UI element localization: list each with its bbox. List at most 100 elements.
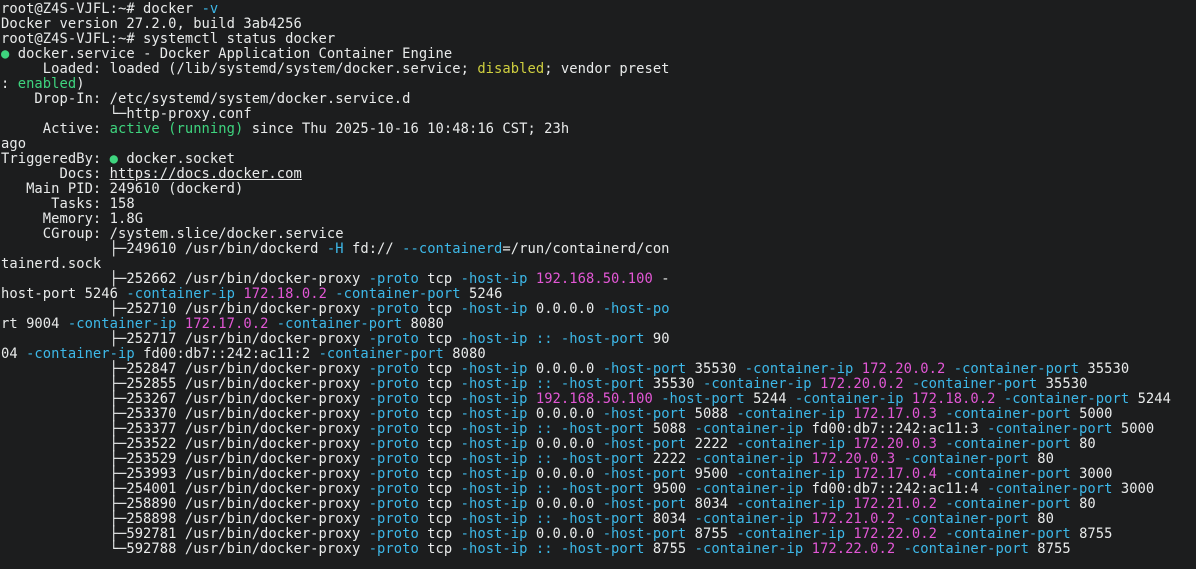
terminal-text: 5088 bbox=[645, 421, 695, 437]
terminal-text: -container-ip bbox=[745, 361, 854, 377]
terminal-text: ├─252662 /usr/bin/docker-proxy bbox=[1, 271, 369, 287]
terminal-text: -proto bbox=[369, 541, 419, 557]
terminal-text: -host-port bbox=[561, 511, 645, 527]
terminal-text: -host-ip bbox=[461, 481, 528, 497]
terminal-text bbox=[527, 391, 535, 407]
terminal-text: ├─253267 /usr/bin/docker-proxy bbox=[1, 391, 369, 407]
terminal-line: Docs: https://docs.docker.com bbox=[1, 167, 1196, 182]
terminal-text: -host-port bbox=[561, 481, 645, 497]
terminal-text: -container-port bbox=[912, 376, 1037, 392]
terminal-text bbox=[853, 361, 861, 377]
terminal-text: -host-ip bbox=[461, 511, 528, 527]
terminal-line: ├─258898 /usr/bin/docker-proxy -proto tc… bbox=[1, 512, 1196, 527]
terminal-text: ├─253522 /usr/bin/docker-proxy bbox=[1, 436, 369, 452]
terminal-text: -host-ip bbox=[461, 541, 528, 557]
docs-link[interactable]: https://docs.docker.com bbox=[110, 166, 302, 182]
terminal-text: -proto bbox=[369, 481, 419, 497]
terminal-text: -proto bbox=[369, 301, 419, 317]
terminal-text: -proto bbox=[369, 436, 419, 452]
terminal-line: ago bbox=[1, 137, 1196, 152]
terminal-text: 8755 bbox=[1071, 526, 1113, 542]
terminal-text: 35530 bbox=[645, 376, 704, 392]
terminal-text: host-port 5246 bbox=[1, 286, 126, 302]
terminal-text: 172.17.0.4 bbox=[853, 466, 937, 482]
terminal-text bbox=[803, 541, 811, 557]
terminal-text: 5000 bbox=[1112, 421, 1154, 437]
terminal-text bbox=[553, 481, 561, 497]
terminal-text: -host-ip bbox=[461, 331, 528, 347]
terminal-text: enabled bbox=[18, 76, 77, 92]
terminal-text bbox=[268, 316, 276, 332]
terminal-text: 0.0.0.0 bbox=[527, 526, 602, 542]
terminal-text: 2222 bbox=[645, 451, 695, 467]
terminal-text: ├─254001 /usr/bin/docker-proxy bbox=[1, 481, 369, 497]
terminal-text: -container-port bbox=[335, 286, 460, 302]
terminal-text: -host-port bbox=[561, 541, 645, 557]
terminal-text: -host-port bbox=[603, 361, 687, 377]
terminal-line: ├─252710 /usr/bin/docker-proxy -proto tc… bbox=[1, 302, 1196, 317]
terminal-line: TriggeredBy: ● docker.socket bbox=[1, 152, 1196, 167]
terminal-text: -container-ip bbox=[26, 346, 135, 362]
terminal-text bbox=[553, 331, 561, 347]
terminal-text: :: bbox=[536, 511, 553, 527]
terminal-text: 172.18.0.2 bbox=[912, 391, 996, 407]
terminal-text: fd00:db7::242:ac11:3 bbox=[803, 421, 987, 437]
terminal-text: -host-port bbox=[561, 376, 645, 392]
terminal-text: Active: bbox=[1, 121, 110, 137]
terminal-text: -proto bbox=[369, 271, 419, 287]
terminal-text: 8034 bbox=[686, 496, 736, 512]
terminal-line: tainerd.sock bbox=[1, 257, 1196, 272]
terminal-text: tcp bbox=[419, 466, 461, 482]
terminal-text: -proto bbox=[369, 391, 419, 407]
terminal-text: 8755 bbox=[645, 541, 695, 557]
terminal-text: -proto bbox=[369, 511, 419, 527]
terminal-line: ├─252847 /usr/bin/docker-proxy -proto tc… bbox=[1, 362, 1196, 377]
terminal-text: 90 bbox=[645, 331, 670, 347]
terminal-text: 172.20.0.2 bbox=[862, 361, 946, 377]
terminal-line: : enabled) bbox=[1, 77, 1196, 92]
terminal-line: Docker version 27.2.0, build 3ab4256 bbox=[1, 17, 1196, 32]
terminal-line: ├─252717 /usr/bin/docker-proxy -proto tc… bbox=[1, 332, 1196, 347]
terminal-text: -host-ip bbox=[461, 406, 528, 422]
terminal-text: Drop-In: /etc/systemd/system/docker.serv… bbox=[1, 91, 410, 107]
terminal-text: root@Z4S-VJFL:~# docker bbox=[1, 1, 202, 17]
terminal-text: 5000 bbox=[1071, 406, 1113, 422]
terminal-output[interactable]: root@Z4S-VJFL:~# docker -vDocker version… bbox=[0, 0, 1196, 557]
terminal-text bbox=[803, 511, 811, 527]
terminal-text: 172.21.0.2 bbox=[812, 511, 896, 527]
terminal-text: ├─252855 /usr/bin/docker-proxy bbox=[1, 376, 369, 392]
terminal-text: -container-port bbox=[987, 421, 1112, 437]
terminal-text: 5244 bbox=[1129, 391, 1171, 407]
terminal-text: 5246 bbox=[461, 286, 503, 302]
terminal-text: -container-port bbox=[945, 496, 1070, 512]
terminal-line: root@Z4S-VJFL:~# systemctl status docker bbox=[1, 32, 1196, 47]
terminal-text: fd00:db7::242:ac11:2 bbox=[135, 346, 319, 362]
terminal-line: ├─253377 /usr/bin/docker-proxy -proto tc… bbox=[1, 422, 1196, 437]
terminal-line: ├─253993 /usr/bin/docker-proxy -proto tc… bbox=[1, 467, 1196, 482]
terminal-text: Tasks: 158 bbox=[1, 196, 135, 212]
terminal-text: -container-ip bbox=[695, 511, 804, 527]
terminal-text: tcp bbox=[419, 541, 461, 557]
terminal-text: -container-ip bbox=[695, 421, 804, 437]
terminal-text bbox=[553, 511, 561, 527]
terminal-text: -host-port bbox=[603, 406, 687, 422]
terminal-text: 80 bbox=[1071, 436, 1096, 452]
terminal-text: 2222 bbox=[686, 436, 736, 452]
terminal-text: -container-ip bbox=[736, 496, 845, 512]
terminal-text: 8755 bbox=[1029, 541, 1071, 557]
terminal-text: tcp bbox=[419, 391, 461, 407]
terminal-text: 172.20.0.3 bbox=[812, 451, 896, 467]
terminal-text: tcp bbox=[419, 511, 461, 527]
terminal-text: 35530 bbox=[686, 361, 745, 377]
terminal-text: -container-ip bbox=[68, 316, 177, 332]
terminal-line: ├─253370 /usr/bin/docker-proxy -proto tc… bbox=[1, 407, 1196, 422]
terminal-text: Main PID: 249610 (dockerd) bbox=[1, 181, 243, 197]
terminal-text: 192.168.50.100 bbox=[536, 391, 653, 407]
terminal-text: -container-port bbox=[904, 511, 1029, 527]
terminal-text bbox=[177, 316, 185, 332]
terminal-text: -proto bbox=[369, 526, 419, 542]
terminal-text: 172.21.0.2 bbox=[853, 496, 937, 512]
terminal-text: tcp bbox=[419, 496, 461, 512]
terminal-text: 35530 bbox=[1037, 376, 1087, 392]
terminal-text: 5088 bbox=[686, 406, 736, 422]
